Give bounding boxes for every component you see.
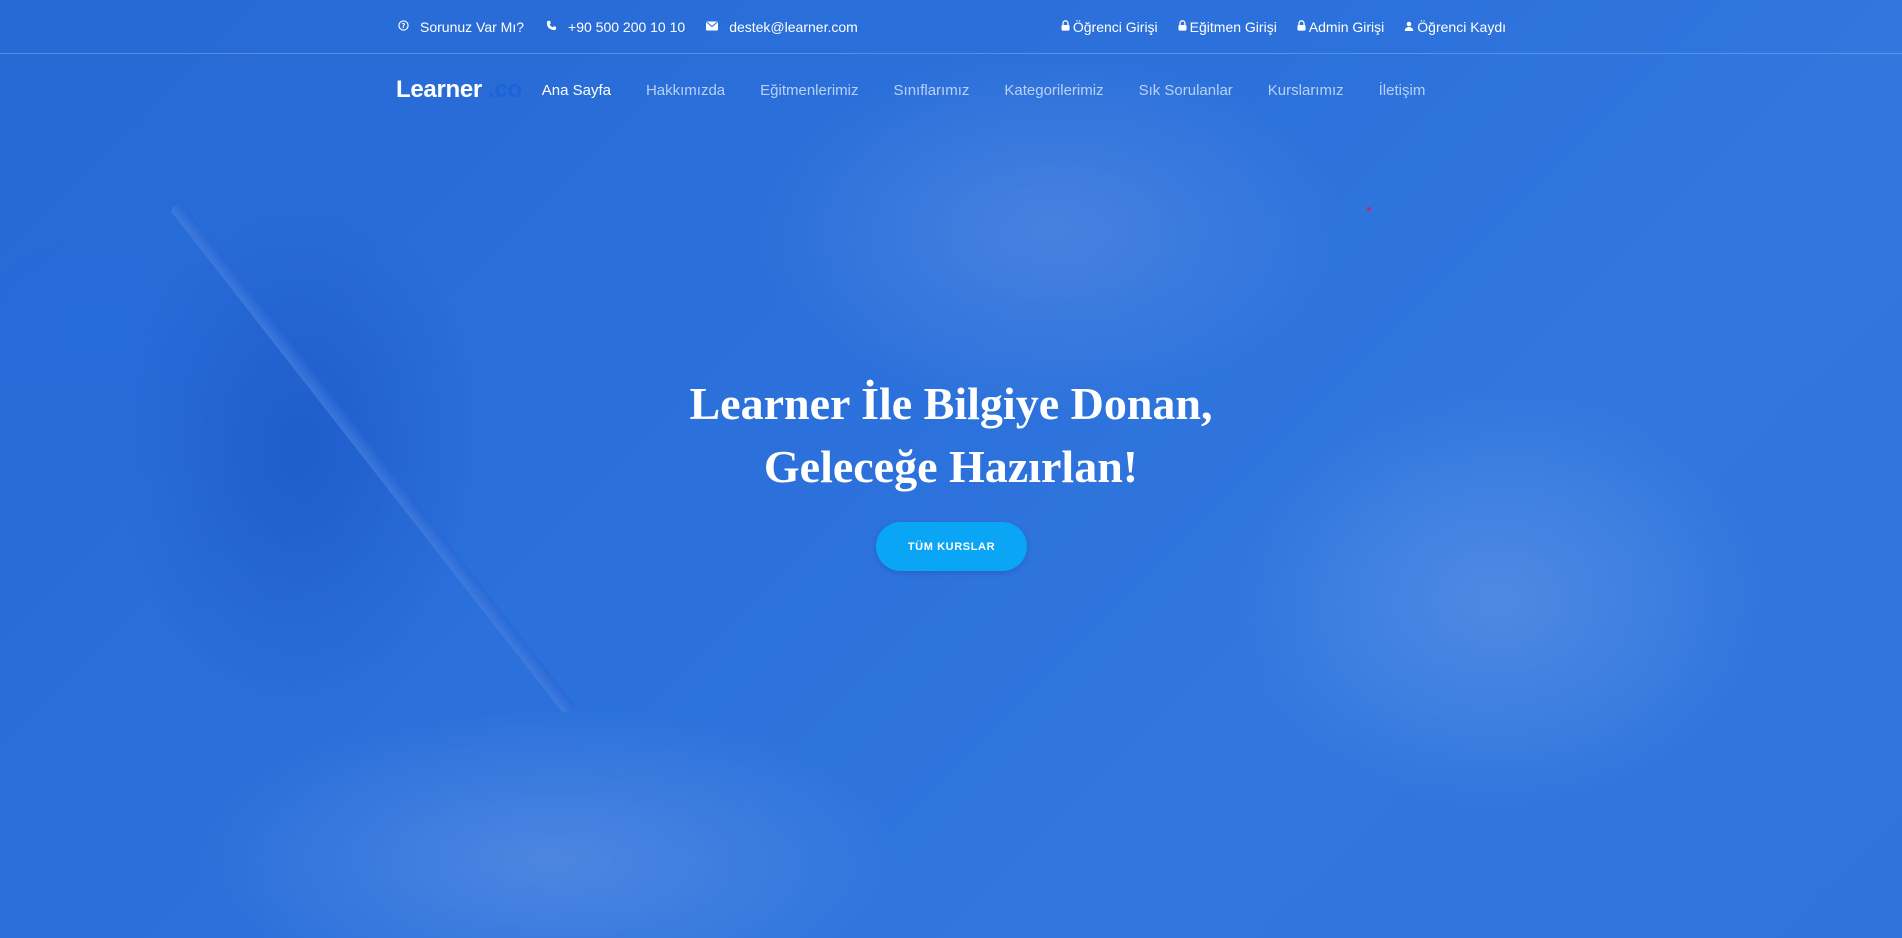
top-bar-contact: ? Sorunuz Var Mı? +90 500 200 10 10 dest… <box>396 0 858 54</box>
nav-item-categories[interactable]: Kategorilerimiz <box>1004 82 1103 99</box>
help-text: Sorunuz Var Mı? <box>420 19 525 35</box>
svg-text:?: ? <box>401 22 405 30</box>
student-login-label: Öğrenci Girişi <box>1072 19 1158 35</box>
top-bar-auth-links: Öğrenci Girişi Eğitmen Girişi Admin Giri… <box>1061 0 1506 54</box>
email-item[interactable]: destek@learner.com <box>705 19 858 35</box>
phone-item[interactable]: +90 500 200 10 10 <box>544 19 685 35</box>
nav-item-classes[interactable]: Sınıflarımız <box>894 82 970 99</box>
user-icon <box>1404 21 1414 34</box>
main-navbar: Learner .co Ana Sayfa Hakkımızda Eğitmen… <box>396 72 1425 108</box>
nav-item-instructors[interactable]: Eğitmenlerimiz <box>760 82 858 99</box>
nav-item-faq[interactable]: Sık Sorulanlar <box>1139 82 1233 99</box>
email-text: destek@learner.com <box>729 19 858 35</box>
nav-item-courses[interactable]: Kurslarımız <box>1268 82 1344 99</box>
nav-item-contact[interactable]: İletişim <box>1379 82 1426 99</box>
phone-icon <box>544 20 558 34</box>
hero-title: Learner İle Bilgiye Donan, Geleceğe Hazı… <box>0 372 1902 498</box>
instructor-login-link[interactable]: Eğitmen Girişi <box>1178 19 1277 35</box>
decorative-dot <box>1367 207 1371 211</box>
admin-login-label: Admin Girişi <box>1308 19 1385 35</box>
nav-item-home[interactable]: Ana Sayfa <box>542 82 611 99</box>
logo-suffix: .co <box>487 76 522 103</box>
hero-title-line-1: Learner İle Bilgiye Donan, <box>689 378 1213 429</box>
nav-menu: Ana Sayfa Hakkımızda Eğitmenlerimiz Sını… <box>542 82 1426 99</box>
help-item: ? Sorunuz Var Mı? <box>396 19 524 35</box>
envelope-icon <box>705 20 719 34</box>
lock-icon <box>1178 20 1187 34</box>
logo-main: Learner <box>396 76 482 103</box>
student-login-link[interactable]: Öğrenci Girişi <box>1061 19 1158 35</box>
instructor-login-label: Eğitmen Girişi <box>1189 19 1277 35</box>
admin-login-link[interactable]: Admin Girişi <box>1297 19 1384 35</box>
student-register-label: Öğrenci Kaydı <box>1417 19 1506 35</box>
lock-icon <box>1061 20 1070 34</box>
question-circle-icon: ? <box>396 20 410 34</box>
phone-text: +90 500 200 10 10 <box>568 19 686 35</box>
student-register-link[interactable]: Öğrenci Kaydı <box>1404 19 1506 35</box>
hero-title-line-2: Geleceğe Hazırlan! <box>763 441 1139 492</box>
top-bar: ? Sorunuz Var Mı? +90 500 200 10 10 dest… <box>0 0 1902 54</box>
nav-item-about[interactable]: Hakkımızda <box>646 82 725 99</box>
site-logo[interactable]: Learner .co <box>396 76 522 104</box>
lock-icon <box>1297 20 1306 34</box>
all-courses-button[interactable]: TÜM KURSLAR <box>876 522 1027 571</box>
